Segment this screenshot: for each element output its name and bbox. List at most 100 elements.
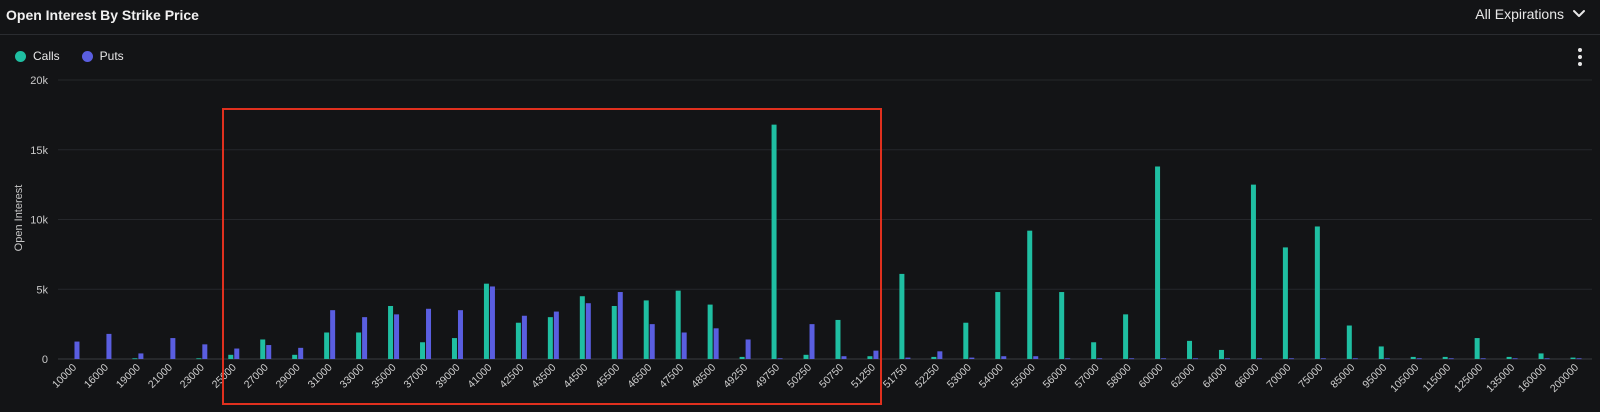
puts-bar-58000[interactable] [1129, 358, 1135, 360]
x-tick-label: 60000 [1137, 362, 1166, 391]
calls-bar-60000[interactable] [1155, 166, 1161, 359]
calls-bar-64000[interactable] [1218, 349, 1224, 359]
calls-bar-53000[interactable] [963, 322, 969, 359]
x-tick-label: 21000 [146, 362, 175, 391]
calls-bar-52250[interactable] [931, 356, 937, 359]
calls-bar-58000[interactable] [1123, 314, 1129, 359]
puts-bar-37000[interactable] [426, 308, 432, 359]
puts-bar-60000[interactable] [1161, 358, 1167, 360]
puts-bar-115000[interactable] [1448, 358, 1454, 360]
puts-bar-33000[interactable] [362, 317, 368, 359]
calls-bar-31000[interactable] [324, 332, 330, 359]
x-tick-label: 29000 [274, 362, 303, 391]
calls-bar-33000[interactable] [356, 332, 362, 359]
x-axis-ticks: 10000 16000 19000 21000 23000 25000 27000 29000… [50, 362, 1581, 395]
calls-bar-19000[interactable] [132, 358, 138, 360]
puts-bar-31000[interactable] [330, 310, 336, 359]
puts-bar-53000[interactable] [969, 357, 975, 359]
calls-bar-105000[interactable] [1410, 356, 1416, 359]
puts-bar-21000[interactable] [170, 338, 176, 359]
puts-bar-70000[interactable] [1288, 358, 1294, 360]
calls-bar-115000[interactable] [1442, 356, 1448, 359]
puts-bar-23000[interactable] [202, 344, 208, 359]
puts-bar-42500[interactable] [521, 315, 527, 359]
puts-bar-48500[interactable] [713, 328, 719, 359]
puts-bar-29000[interactable] [298, 347, 304, 359]
calls-bar-55000[interactable] [1027, 230, 1033, 359]
calls-bar-49250[interactable] [739, 356, 745, 359]
puts-bar-19000[interactable] [138, 353, 144, 359]
calls-bar-23000[interactable] [196, 358, 202, 360]
calls-bar-45500[interactable] [611, 305, 617, 359]
puts-bar-41000[interactable] [489, 286, 495, 359]
calls-bar-43500[interactable] [547, 317, 553, 359]
puts-bar-49250[interactable] [745, 339, 751, 359]
puts-bar-200000[interactable] [1576, 358, 1582, 360]
puts-bar-56000[interactable] [1065, 358, 1071, 360]
calls-bar-62000[interactable] [1187, 340, 1193, 359]
puts-bar-16000[interactable] [106, 333, 112, 359]
puts-bar-27000[interactable] [266, 345, 272, 359]
puts-bar-95000[interactable] [1384, 358, 1390, 360]
calls-bar-51250[interactable] [867, 356, 873, 359]
x-tick-label: 105000 [1388, 362, 1421, 395]
puts-bar-135000[interactable] [1512, 358, 1518, 360]
puts-bar-105000[interactable] [1416, 358, 1422, 360]
puts-bar-125000[interactable] [1480, 358, 1486, 360]
puts-bar-64000[interactable] [1224, 358, 1230, 360]
calls-bar-44500[interactable] [579, 296, 585, 359]
puts-bar-43500[interactable] [553, 311, 559, 359]
calls-bar-95000[interactable] [1378, 346, 1384, 359]
puts-bar-10000[interactable] [74, 341, 80, 359]
calls-bar-75000[interactable] [1314, 226, 1320, 359]
calls-bar-200000[interactable] [1570, 357, 1576, 359]
puts-bar-39000[interactable] [457, 310, 463, 359]
puts-bar-25000[interactable] [234, 348, 240, 359]
puts-bar-62000[interactable] [1193, 358, 1199, 360]
calls-bar-125000[interactable] [1474, 338, 1480, 359]
calls-bar-35000[interactable] [388, 305, 394, 359]
puts-bar-66000[interactable] [1256, 358, 1262, 360]
puts-bar-52250[interactable] [937, 351, 943, 359]
calls-bar-70000[interactable] [1282, 247, 1288, 359]
calls-bar-135000[interactable] [1506, 356, 1512, 359]
calls-bar-46500[interactable] [643, 300, 649, 359]
calls-bar-57000[interactable] [1091, 342, 1097, 359]
calls-bar-56000[interactable] [1059, 292, 1065, 359]
calls-bar-51750[interactable] [899, 273, 905, 359]
puts-bar-45500[interactable] [617, 292, 623, 359]
puts-bar-51250[interactable] [873, 350, 879, 359]
puts-bar-49750[interactable] [777, 358, 783, 360]
puts-bar-44500[interactable] [585, 303, 591, 359]
calls-bar-42500[interactable] [515, 322, 521, 359]
calls-bar-37000[interactable] [420, 342, 426, 359]
puts-bar-160000[interactable] [1544, 358, 1550, 360]
puts-bar-51750[interactable] [905, 357, 911, 359]
puts-bar-50750[interactable] [841, 356, 847, 359]
calls-bar-29000[interactable] [292, 354, 298, 359]
calls-bar-50750[interactable] [835, 319, 841, 359]
puts-bar-75000[interactable] [1320, 358, 1326, 360]
puts-bar-46500[interactable] [649, 324, 655, 359]
puts-bar-50250[interactable] [809, 324, 815, 359]
x-tick-label: 85000 [1328, 362, 1357, 391]
calls-bar-47500[interactable] [675, 290, 681, 359]
calls-bar-41000[interactable] [483, 283, 489, 359]
puts-bar-85000[interactable] [1352, 358, 1358, 360]
calls-bar-160000[interactable] [1538, 353, 1544, 359]
puts-bar-55000[interactable] [1033, 356, 1039, 359]
calls-bar-25000[interactable] [228, 354, 234, 359]
calls-bar-49750[interactable] [771, 124, 777, 359]
puts-bar-57000[interactable] [1097, 358, 1103, 360]
puts-bar-47500[interactable] [681, 332, 687, 359]
calls-bar-48500[interactable] [707, 304, 713, 359]
puts-bar-54000[interactable] [1001, 356, 1007, 359]
calls-bar-54000[interactable] [995, 292, 1001, 359]
calls-bar-39000[interactable] [451, 338, 457, 359]
calls-bar-85000[interactable] [1346, 325, 1352, 359]
calls-bar-27000[interactable] [260, 339, 266, 359]
calls-bar-66000[interactable] [1250, 184, 1256, 359]
calls-bar-50250[interactable] [803, 354, 809, 359]
puts-bar-35000[interactable] [394, 314, 400, 359]
x-tick-label: 16000 [82, 362, 111, 391]
